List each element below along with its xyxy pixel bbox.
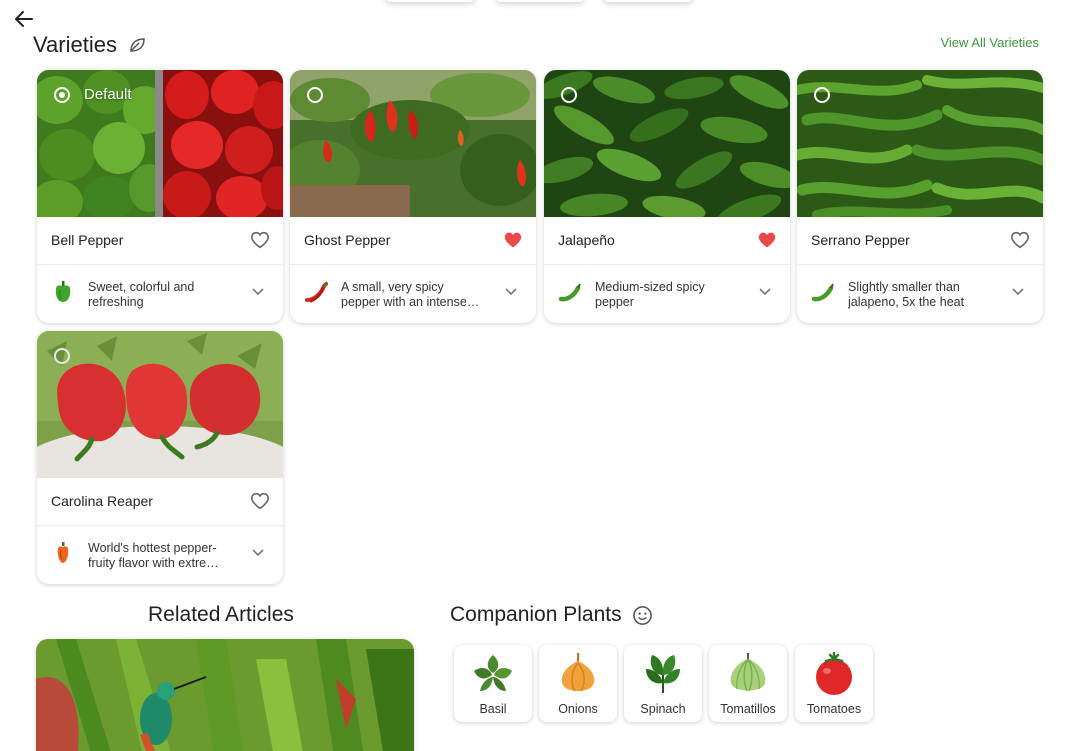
- companion-basil[interactable]: Basil: [454, 645, 532, 722]
- orange-pepper-icon: [57, 542, 69, 563]
- chevron-down-icon[interactable]: [1011, 287, 1025, 297]
- variety-description: Medium-sized spicy pepper: [595, 280, 705, 309]
- variety-card-ghost-pepper[interactable]: Ghost Pepper A small, very spicy pepper …: [290, 70, 536, 323]
- top-tab-shadow: [385, 0, 475, 2]
- variety-radio[interactable]: [561, 87, 577, 103]
- leaf-icon: [130, 38, 145, 52]
- carolina-reaper-photo: [37, 331, 283, 478]
- chevron-down-icon[interactable]: [758, 287, 772, 297]
- variety-radio[interactable]: [54, 348, 70, 364]
- article-thumbnail: [36, 639, 414, 751]
- green-chili-icon: [811, 283, 834, 302]
- variety-description: Slightly smaller than jalapeno, 5x the h…: [848, 280, 965, 309]
- variety-description: Sweet, colorful and refreshing: [88, 280, 195, 309]
- green-chili-icon: [558, 283, 581, 302]
- companion-plants-heading: Companion Plants: [450, 603, 653, 627]
- companion-tomatillos[interactable]: Tomatillos: [709, 645, 787, 722]
- tomato-icon: [816, 651, 852, 695]
- variety-card-serrano-pepper[interactable]: Serrano Pepper Slightly smaller than jal…: [797, 70, 1043, 323]
- smiley-icon: [632, 605, 652, 625]
- variety-radio[interactable]: [307, 87, 323, 103]
- variety-card-carolina-reaper[interactable]: Carolina Reaper World's hottest pepper- …: [37, 331, 283, 584]
- tomatillo-icon: [730, 653, 766, 692]
- serrano-pepper-photo: [797, 70, 1043, 217]
- variety-card-bell-pepper[interactable]: Default Bell Pepper Sweet, colorful and …: [37, 70, 283, 323]
- heart-outline-icon[interactable]: [250, 231, 270, 249]
- companion-label: Basil: [479, 702, 507, 716]
- companion-plants-title: Companion Plants: [450, 603, 622, 626]
- variety-name: Carolina Reaper: [51, 493, 153, 509]
- variety-name: Ghost Pepper: [304, 232, 391, 248]
- companion-tomatoes[interactable]: Tomatoes: [795, 645, 873, 722]
- card-divider: [290, 264, 536, 265]
- chevron-down-icon[interactable]: [251, 548, 265, 558]
- companion-label: Spinach: [640, 702, 686, 716]
- variety-description: World's hottest pepper- fruity flavor wi…: [88, 541, 224, 570]
- chevron-down-icon[interactable]: [251, 287, 265, 297]
- onion-icon: [561, 652, 595, 692]
- varieties-heading: Varieties: [33, 32, 147, 58]
- heart-filled-icon[interactable]: [757, 231, 777, 249]
- chili-pepper-icon: [305, 281, 328, 303]
- card-divider: [544, 264, 790, 265]
- heart-outline-icon[interactable]: [250, 492, 270, 510]
- back-arrow-icon[interactable]: [12, 8, 36, 30]
- view-all-varieties-link[interactable]: View All Varieties: [940, 35, 1039, 50]
- article-card[interactable]: [36, 639, 414, 751]
- jalapeno-photo: [544, 70, 790, 217]
- card-divider: [797, 264, 1043, 265]
- variety-name: Serrano Pepper: [811, 232, 910, 248]
- card-divider: [37, 525, 283, 526]
- default-badge: Default: [84, 86, 132, 103]
- card-divider: [37, 264, 283, 265]
- companion-label: Tomatillos: [720, 702, 776, 716]
- varieties-title: Varieties: [33, 32, 117, 57]
- basil-icon: [474, 655, 512, 691]
- bell-pepper-icon: [55, 281, 71, 302]
- variety-page: Varieties View All Varieties Default Bel…: [0, 0, 1080, 751]
- bell-pepper-photo: [37, 70, 283, 217]
- top-tab-shadow: [495, 0, 585, 2]
- heart-outline-icon[interactable]: [1010, 231, 1030, 249]
- variety-description: A small, very spicy pepper with an inten…: [341, 280, 471, 309]
- default-variety-radio[interactable]: [54, 87, 70, 103]
- companion-onions[interactable]: Onions: [539, 645, 617, 722]
- companion-spinach[interactable]: Spinach: [624, 645, 702, 722]
- companion-label: Tomatoes: [806, 702, 862, 716]
- top-tab-shadow: [603, 0, 693, 2]
- ghost-pepper-photo: [290, 70, 536, 217]
- related-articles-title: Related Articles: [148, 603, 294, 626]
- variety-name: Bell Pepper: [51, 232, 124, 248]
- variety-radio[interactable]: [814, 87, 830, 103]
- variety-card-jalapeno[interactable]: Jalapeño Medium-sized spicy pepper: [544, 70, 790, 323]
- heart-filled-icon[interactable]: [503, 231, 523, 249]
- companion-label: Onions: [558, 702, 598, 716]
- chevron-down-icon[interactable]: [504, 287, 518, 297]
- spinach-icon: [646, 655, 680, 693]
- variety-name: Jalapeño: [558, 232, 615, 248]
